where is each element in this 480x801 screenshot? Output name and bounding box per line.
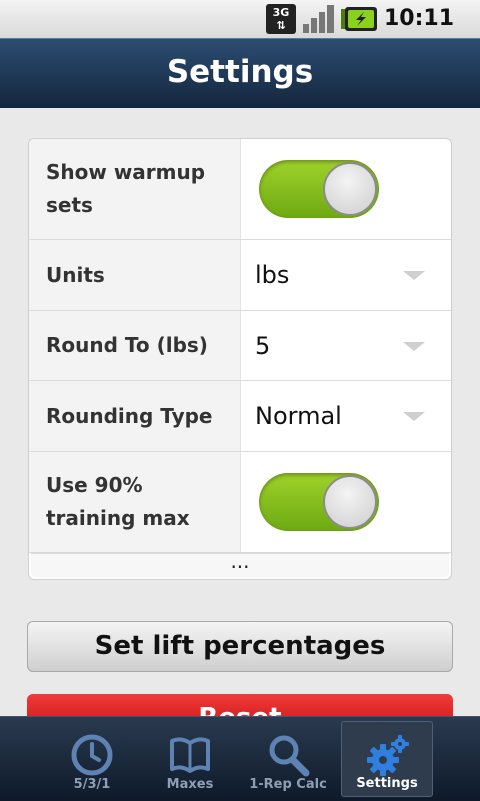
page-title: Settings xyxy=(166,54,314,90)
magnifier-icon xyxy=(269,735,310,777)
tab-label: 5/3/1 xyxy=(73,777,111,792)
tab-label: Maxes xyxy=(166,777,214,792)
setting-value-training-max xyxy=(241,452,451,552)
units-select[interactable]: lbs xyxy=(241,240,451,310)
rounding-type-value: Normal xyxy=(255,402,342,430)
setting-label-warmup: Show warmup sets xyxy=(29,139,241,239)
clock-icon xyxy=(71,734,113,776)
bottom-tab-bar: 5/3/1 Maxes 1-Rep Calc Settings xyxy=(0,716,480,801)
tab-531[interactable]: 5/3/1 xyxy=(46,721,138,797)
dropdown-caret-icon xyxy=(403,412,425,421)
tab-maxes[interactable]: Maxes xyxy=(144,721,236,797)
setting-row-round-to: Round To (lbs) 5 xyxy=(29,311,451,381)
more-ellipsis[interactable]: ... xyxy=(31,551,449,578)
title-bar: Settings xyxy=(0,38,480,108)
toggle-knob xyxy=(323,475,377,529)
tab-settings[interactable]: Settings xyxy=(341,721,433,797)
setting-row-training-max: Use 90% training max xyxy=(29,452,451,553)
network-3g-icon: 3G ⇅ xyxy=(266,4,296,34)
battery-icon xyxy=(341,7,377,31)
book-icon xyxy=(170,737,210,773)
settings-card: Show warmup sets Units lbs Round To (lbs… xyxy=(28,138,452,580)
setting-label-rounding-type: Rounding Type xyxy=(29,381,241,451)
gear-icon xyxy=(367,735,409,776)
toggle-knob xyxy=(323,162,377,216)
signal-icon xyxy=(303,5,334,33)
units-value: lbs xyxy=(255,261,290,289)
setting-row-warmup: Show warmup sets xyxy=(29,139,451,240)
setting-value-warmup xyxy=(241,139,451,239)
setting-label-training-max: Use 90% training max xyxy=(29,452,241,552)
setting-label-round-to: Round To (lbs) xyxy=(29,311,241,380)
status-bar: 3G⇅ 10:11 PM xyxy=(0,0,480,59)
network-type: 3G xyxy=(272,6,290,19)
round-to-value: 5 xyxy=(255,331,271,360)
training-max-toggle[interactable] xyxy=(259,473,379,531)
tab-1-rep-calc[interactable]: 1-Rep Calc xyxy=(242,721,334,797)
warmup-toggle[interactable] xyxy=(259,160,379,218)
set-lift-percentages-button[interactable]: Set lift percentages xyxy=(27,621,453,672)
setting-row-rounding-type: Rounding Type Normal xyxy=(29,381,451,452)
setting-label-units: Units xyxy=(29,240,241,310)
setting-row-units: Units lbs xyxy=(29,240,451,311)
tab-label: Settings xyxy=(356,776,418,791)
rounding-type-select[interactable]: Normal xyxy=(241,381,451,451)
tab-label: 1-Rep Calc xyxy=(249,777,327,792)
dropdown-caret-icon xyxy=(403,341,425,351)
dropdown-caret-icon xyxy=(403,271,425,280)
round-to-select[interactable]: 5 xyxy=(241,311,451,380)
